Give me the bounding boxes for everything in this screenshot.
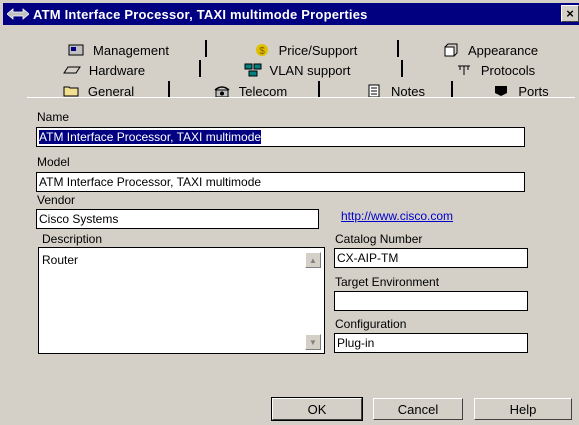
tab-appearance[interactable]: Appearance <box>430 40 550 60</box>
tab-protocols[interactable]: Protocols <box>440 60 550 80</box>
configuration-field[interactable]: Plug-in <box>334 333 528 353</box>
tab-telecom[interactable]: Telecom <box>195 81 305 101</box>
title-bar[interactable]: ATM Interface Processor, TAXI multimode … <box>3 3 579 25</box>
tab-divider <box>318 81 320 98</box>
help-button[interactable]: Help <box>474 398 572 420</box>
arrow-down-icon: ▼ <box>309 337 317 347</box>
tab-label: Price/Support <box>278 42 358 58</box>
tab-divider <box>205 40 207 57</box>
ok-button[interactable]: OK <box>271 397 363 421</box>
vlan-icon <box>244 63 262 77</box>
ports-icon <box>492 84 510 98</box>
scroll-up-button[interactable]: ▲ <box>305 252 321 268</box>
catalog-number-label: Catalog Number <box>335 232 423 246</box>
management-icon <box>67 43 85 57</box>
description-textarea[interactable]: Router ▲ ▼ <box>38 247 325 354</box>
name-label: Name <box>37 110 70 124</box>
arrow-up-icon: ▲ <box>309 255 317 265</box>
close-button[interactable]: × <box>561 5 579 22</box>
cancel-button-label: Cancel <box>397 401 439 417</box>
tab-divider <box>451 81 453 98</box>
model-label: Model <box>37 155 70 169</box>
configuration-value: Plug-in <box>337 336 375 350</box>
tab-divider <box>168 81 170 98</box>
folder-icon <box>62 84 80 98</box>
tab-divider <box>397 40 399 57</box>
tab-label: Hardware <box>88 62 146 78</box>
tab-hardware[interactable]: Hardware <box>48 60 160 80</box>
tab-price-support[interactable]: $ Price/Support <box>240 40 370 60</box>
tab-general[interactable]: General <box>36 81 160 101</box>
dollar-icon: $ <box>253 43 271 57</box>
tab-divider <box>199 60 201 77</box>
catalog-number-value: CX-AIP-TM <box>337 251 399 265</box>
cancel-button[interactable]: Cancel <box>373 398 463 420</box>
svg-text:$: $ <box>259 46 265 57</box>
name-value: ATM Interface Processor, TAXI multimode <box>39 130 262 144</box>
target-environment-label: Target Environment <box>335 275 440 289</box>
tab-label: Appearance <box>467 42 539 58</box>
tab-label: Protocols <box>480 62 536 78</box>
tab-label: Management <box>93 42 169 58</box>
window-title: ATM Interface Processor, TAXI multimode … <box>33 6 368 22</box>
vendor-label: Vendor <box>37 193 76 207</box>
target-environment-field[interactable] <box>334 291 528 311</box>
tab-notes[interactable]: Notes <box>345 81 445 101</box>
hardware-icon <box>62 63 81 77</box>
vendor-field[interactable]: Cisco Systems <box>36 209 319 229</box>
vendor-value: Cisco Systems <box>39 212 119 226</box>
scroll-down-button[interactable]: ▼ <box>305 334 321 350</box>
help-button-label: Help <box>509 401 537 417</box>
atm-device-icon <box>3 3 33 25</box>
configuration-label: Configuration <box>335 317 407 331</box>
ok-button-label: OK <box>307 401 327 417</box>
model-value: ATM Interface Processor, TAXI multimode <box>39 175 262 189</box>
model-field[interactable]: ATM Interface Processor, TAXI multimode <box>36 172 525 192</box>
appearance-icon <box>442 43 460 57</box>
description-value: Router <box>42 253 79 267</box>
tab-vlan-support[interactable]: VLAN support <box>222 60 372 80</box>
name-field[interactable]: ATM Interface Processor, TAXI multimode <box>36 127 525 147</box>
protocols-icon <box>455 63 473 77</box>
close-icon: × <box>566 6 574 21</box>
tab-divider <box>401 60 403 77</box>
tab-label: VLAN support <box>269 62 351 78</box>
vendor-website-link[interactable]: http://www.cisco.com <box>341 209 453 223</box>
telecom-icon <box>213 84 231 98</box>
notes-icon <box>365 84 383 98</box>
tab-panel-edge <box>27 97 575 98</box>
tab-ports[interactable]: Ports <box>478 81 563 101</box>
properties-dialog: ATM Interface Processor, TAXI multimode … <box>0 0 579 425</box>
tab-management[interactable]: Management <box>58 40 178 60</box>
catalog-number-field[interactable]: CX-AIP-TM <box>334 248 528 268</box>
description-label: Description <box>42 232 103 246</box>
